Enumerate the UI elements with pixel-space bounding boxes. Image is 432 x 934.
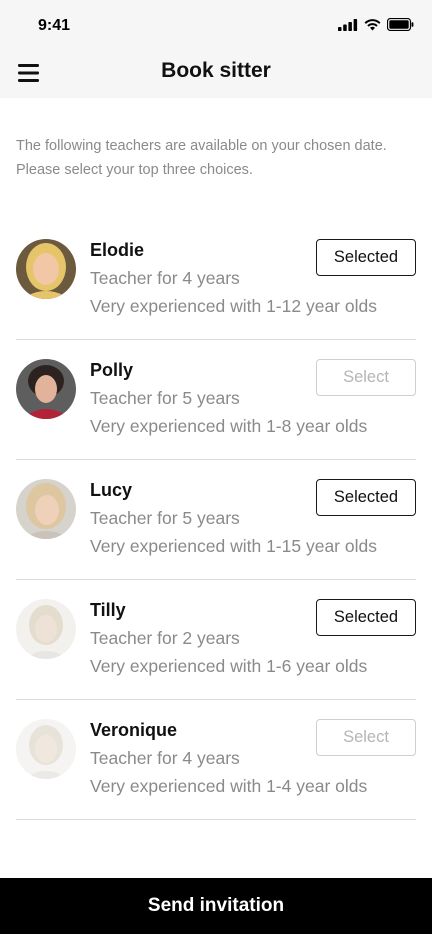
teacher-row: Polly Teacher for 5 years Very experienc… — [16, 340, 416, 460]
teacher-experience: Teacher for 5 years — [90, 388, 240, 408]
select-button[interactable]: Select — [316, 719, 416, 756]
status-time: 9:41 — [38, 17, 71, 34]
teacher-row: Lucy Teacher for 5 years Very experience… — [16, 460, 416, 580]
teacher-row: Elodie Teacher for 4 years Very experien… — [16, 220, 416, 340]
teacher-specialty: Very experienced with 1-12 year olds — [90, 296, 377, 316]
select-button[interactable]: Selected — [316, 599, 416, 636]
avatar — [16, 359, 76, 419]
teacher-name: Tilly — [90, 600, 126, 620]
avatar — [16, 239, 76, 299]
select-button[interactable]: Select — [316, 359, 416, 396]
teacher-specialty: Very experienced with 1-6 year olds — [90, 656, 368, 676]
avatar — [16, 599, 76, 659]
status-bar: 9:41 — [0, 0, 432, 50]
nav-bar: Book sitter — [0, 50, 432, 98]
wifi-icon — [364, 18, 381, 36]
select-button[interactable]: Selected — [316, 479, 416, 516]
teacher-list: Elodie Teacher for 4 years Very experien… — [16, 220, 416, 820]
teacher-experience: Teacher for 4 years — [90, 748, 240, 768]
teacher-experience: Teacher for 2 years — [90, 628, 240, 648]
teacher-row: Tilly Teacher for 2 years Very experienc… — [16, 580, 416, 700]
battery-icon — [386, 17, 414, 36]
intro-text: The following teachers are available on … — [16, 138, 387, 178]
avatar — [16, 479, 76, 539]
teacher-experience: Teacher for 5 years — [90, 508, 240, 528]
teacher-row: Veronique Teacher for 4 years Very exper… — [16, 700, 416, 820]
teacher-name: Lucy — [90, 480, 133, 500]
teacher-name: Elodie — [90, 240, 145, 260]
teacher-specialty: Very experienced with 1-8 year olds — [90, 416, 368, 436]
select-button[interactable]: Selected — [316, 239, 416, 276]
teacher-specialty: Very experienced with 1-4 year olds — [90, 776, 368, 796]
signal-icon — [338, 18, 358, 36]
avatar — [16, 719, 76, 779]
teacher-name: Polly — [90, 360, 134, 380]
teacher-name: Veronique — [90, 720, 178, 740]
teacher-experience: Teacher for 4 years — [90, 268, 240, 288]
teacher-specialty: Very experienced with 1-15 year olds — [90, 536, 377, 556]
status-icons — [338, 17, 414, 36]
send-invitation-button[interactable]: Send invitation — [0, 878, 432, 934]
page-title: Book sitter — [161, 59, 271, 82]
